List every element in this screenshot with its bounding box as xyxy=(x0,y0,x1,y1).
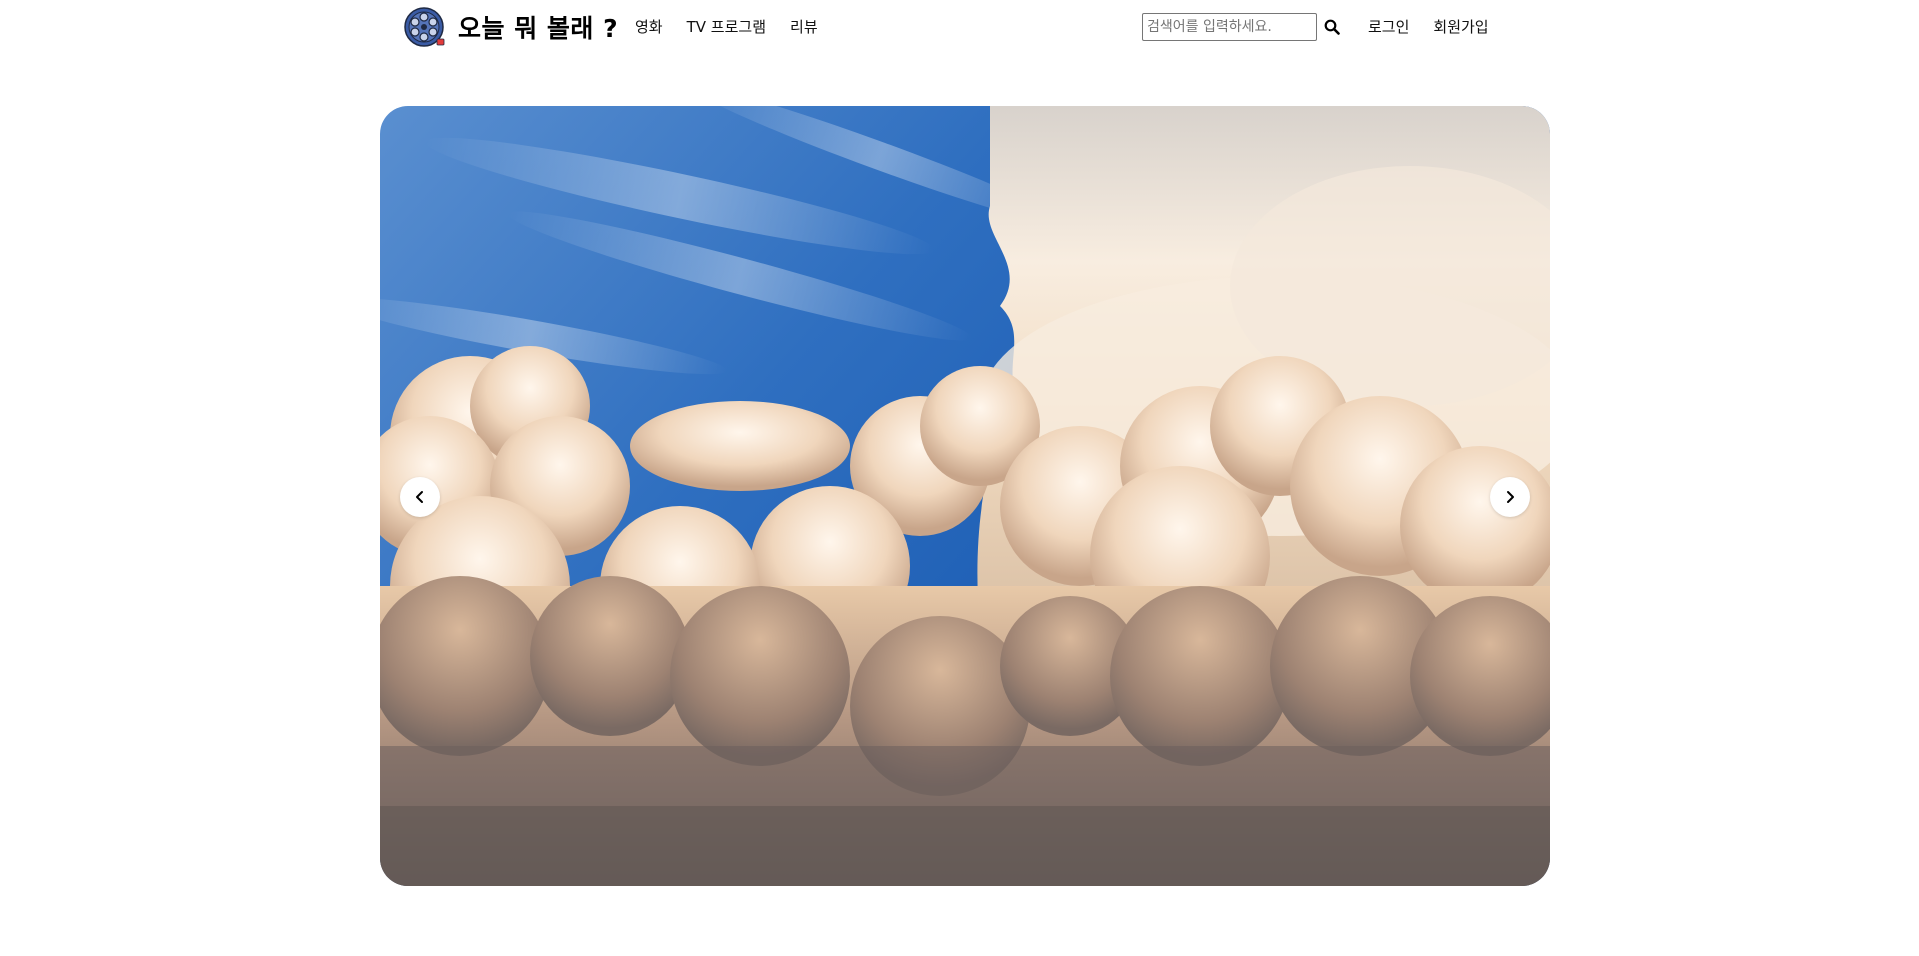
signup-link[interactable]: 회원가입 xyxy=(1433,17,1488,37)
login-link[interactable]: 로그인 xyxy=(1368,17,1409,37)
logo-link[interactable]: 오늘 뭐 볼래 ? xyxy=(404,6,618,48)
nav-item-reviews[interactable]: 리뷰 xyxy=(790,17,818,37)
search-bar xyxy=(1142,13,1343,41)
search-icon xyxy=(1324,19,1340,35)
carousel-slide-image xyxy=(380,106,1550,886)
nav-item-tv-programs[interactable]: TV 프로그램 xyxy=(687,17,766,37)
carousel-next-button[interactable] xyxy=(1490,477,1530,517)
site-header: 오늘 뭐 볼래 ? 영화 TV 프로그램 리뷰 로그인 회원가입 xyxy=(0,0,1919,56)
site-title: 오늘 뭐 볼래 ? xyxy=(458,14,619,43)
clouds-image xyxy=(380,106,1550,886)
search-button[interactable] xyxy=(1321,16,1343,38)
chevron-left-icon xyxy=(416,491,423,503)
chevron-right-icon xyxy=(1507,491,1514,503)
search-input[interactable] xyxy=(1142,13,1317,41)
hero-carousel xyxy=(380,106,1550,886)
main-nav: 영화 TV 프로그램 리뷰 xyxy=(635,17,818,37)
nav-item-movies[interactable]: 영화 xyxy=(635,17,663,37)
auth-links: 로그인 회원가입 xyxy=(1368,17,1489,37)
carousel-prev-button[interactable] xyxy=(400,477,440,517)
film-reel-icon xyxy=(404,7,445,47)
